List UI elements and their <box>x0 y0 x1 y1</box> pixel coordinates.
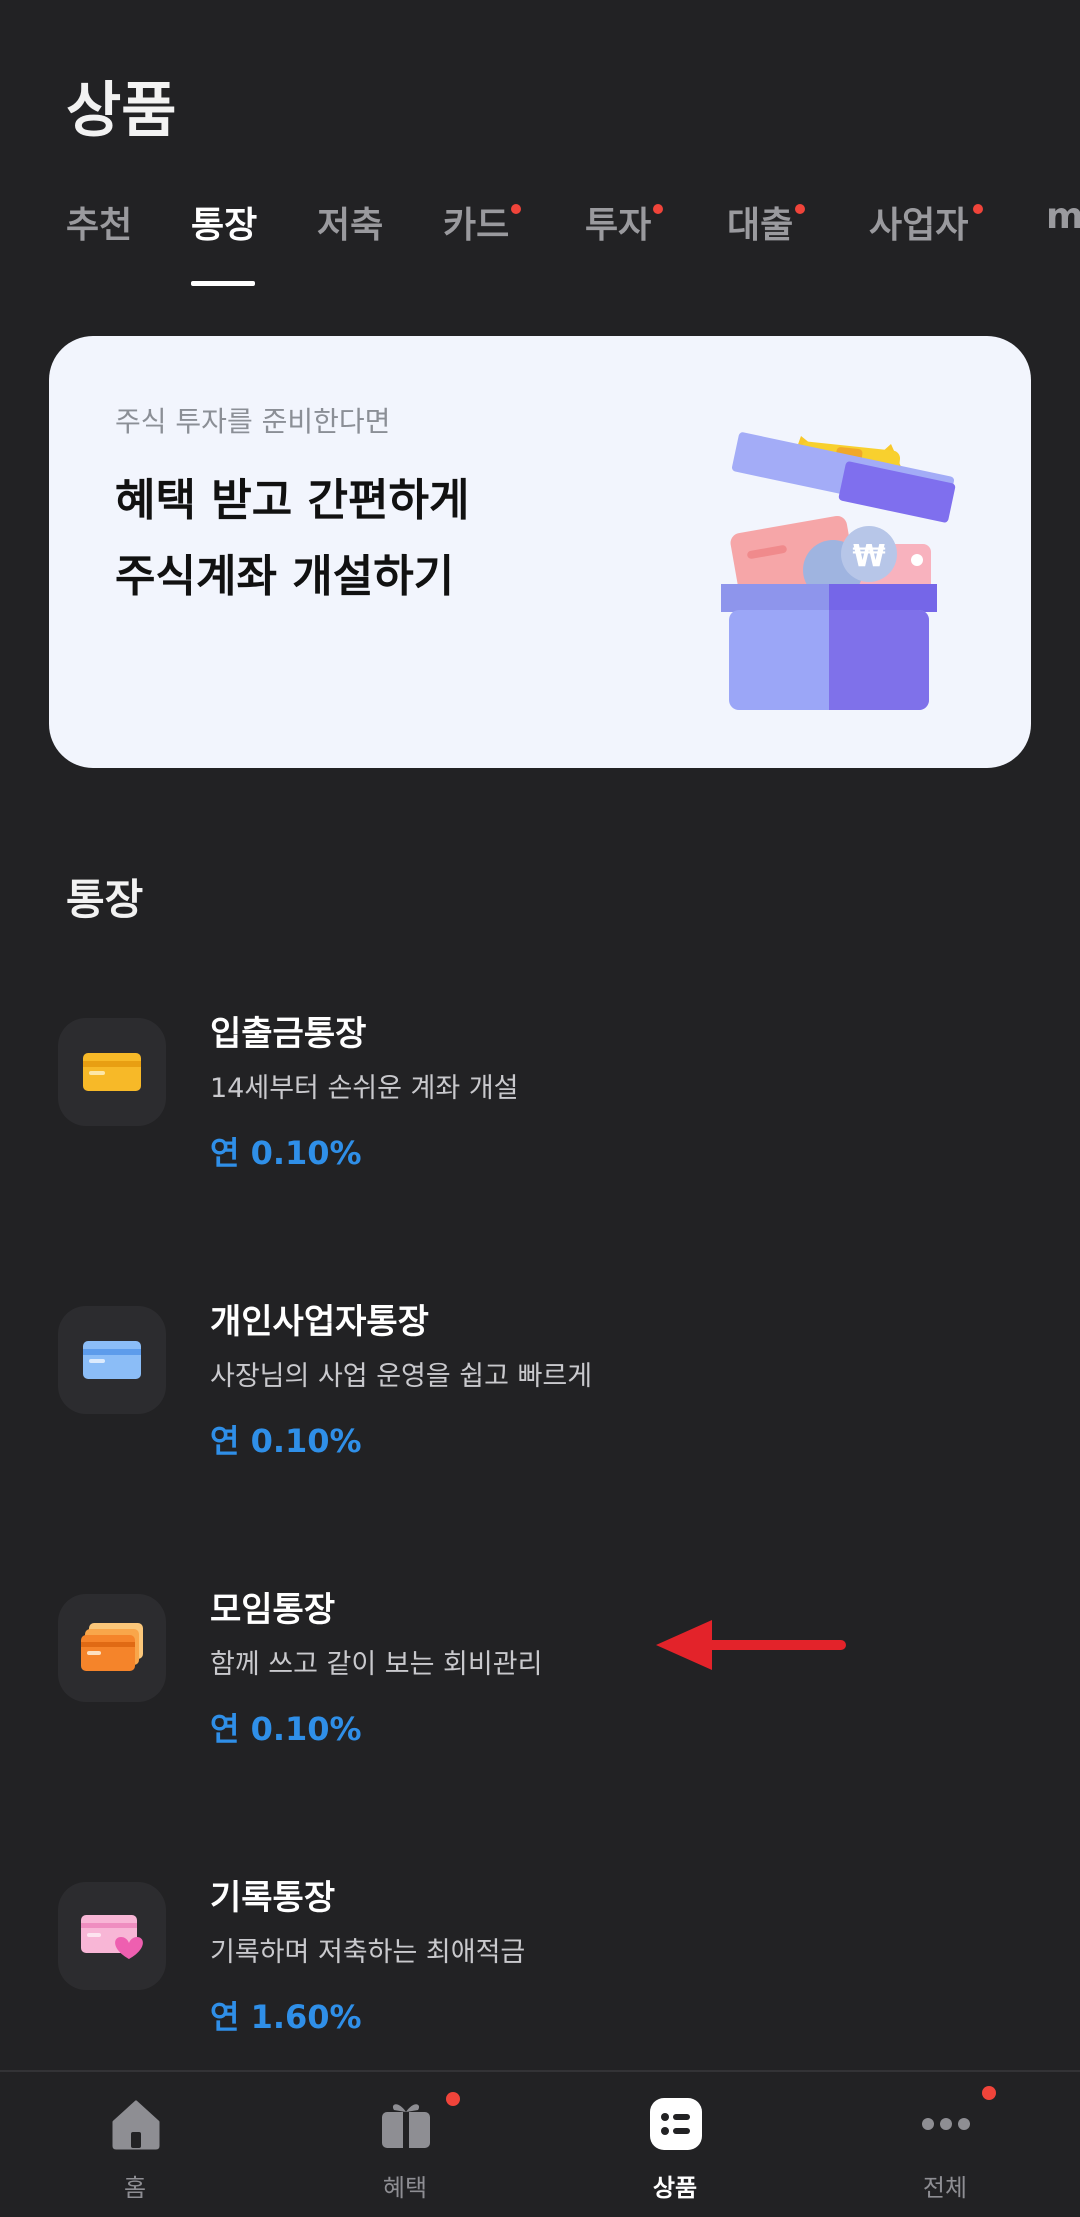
product-description: 함께 쓰고 같이 보는 회비관리 <box>210 1649 543 1680</box>
tab-accounts[interactable]: 통장 <box>191 196 258 286</box>
banner-headline-2: 주식계좌 개설하기 <box>115 551 455 602</box>
tab-business[interactable]: 사업자 <box>869 196 983 286</box>
product-icon-tile <box>58 1882 166 1990</box>
card-heart-icon <box>81 1915 143 1959</box>
product-item-business-account[interactable]: 개인사업자통장 사장님의 사업 운영을 쉽고 빠르게 연 0.10% <box>58 1288 1018 1528</box>
tab-label: m <box>1046 196 1080 237</box>
tab-label: 통장 <box>191 205 258 246</box>
product-item-record-account[interactable]: 기록통장 기록하며 저축하는 최애적금 연 1.60% <box>58 1864 1018 2104</box>
product-name: 기록통장 <box>210 1878 336 1918</box>
gift-icon <box>382 2104 430 2148</box>
new-badge-dot <box>653 204 663 214</box>
card-yellow-icon <box>83 1053 141 1091</box>
new-badge-dot <box>795 204 805 214</box>
bottom-navigation: 홈 혜택 상품 전체 <box>0 2070 1080 2217</box>
annotation-arrow-icon <box>656 1620 846 1670</box>
banner-subtitle: 주식 투자를 준비한다면 <box>115 405 391 438</box>
tab-label: 사업자 <box>869 205 969 246</box>
nav-label: 상품 <box>652 2174 698 2202</box>
tab-label: 투자 <box>585 205 652 246</box>
tab-label: 저축 <box>317 205 384 246</box>
page-title: 상품 <box>66 76 177 146</box>
banner-headline-1: 혜택 받고 간편하게 <box>115 475 470 526</box>
promo-banner[interactable]: 주식 투자를 준비한다면 혜택 받고 간편하게 주식계좌 개설하기 ₩ <box>49 336 1031 768</box>
product-icon-tile <box>58 1594 166 1702</box>
product-item-group-account[interactable]: 모임통장 함께 쓰고 같이 보는 회비관리 연 0.10% <box>58 1576 1018 1816</box>
tab-investment[interactable]: 투자 <box>585 196 663 286</box>
product-rate: 연 1.60% <box>210 1998 362 2036</box>
tab-label: 추천 <box>66 205 133 246</box>
product-icon-tile <box>58 1018 166 1126</box>
product-item-deposit-account[interactable]: 입출금통장 14세부터 손쉬운 계좌 개설 연 0.10% <box>58 1000 1018 1240</box>
new-badge-dot <box>982 2086 996 2100</box>
tab-more-partial[interactable]: m <box>1046 196 1080 286</box>
nav-products[interactable]: 상품 <box>540 2072 810 2217</box>
category-tabs: 추천 통장 저축 카드 투자 대출 사업자 m <box>0 196 1080 286</box>
tab-savings[interactable]: 저축 <box>317 196 383 286</box>
nav-all[interactable]: 전체 <box>810 2072 1080 2217</box>
cards-orange-icon <box>81 1623 143 1671</box>
nav-label: 전체 <box>922 2174 968 2202</box>
nav-label: 홈 <box>123 2174 147 2202</box>
new-badge-dot <box>511 204 521 214</box>
home-icon <box>112 2100 160 2150</box>
list-icon <box>650 2098 702 2150</box>
new-badge-dot <box>973 204 983 214</box>
gift-box-illustration: ₩ <box>721 432 956 710</box>
tab-label: 카드 <box>443 205 510 246</box>
product-icon-tile <box>58 1306 166 1414</box>
new-badge-dot <box>446 2092 460 2106</box>
product-name: 입출금통장 <box>210 1014 367 1054</box>
product-description: 기록하며 저축하는 최애적금 <box>210 1937 526 1968</box>
nav-label: 혜택 <box>382 2174 428 2202</box>
won-coin-symbol: ₩ <box>852 539 885 574</box>
product-name: 모임통장 <box>210 1590 336 1630</box>
more-icon <box>922 2118 970 2130</box>
product-rate: 연 0.10% <box>210 1710 362 1748</box>
product-description: 사장님의 사업 운영을 쉽고 빠르게 <box>210 1361 593 1392</box>
product-rate: 연 0.10% <box>210 1422 362 1460</box>
tab-loans[interactable]: 대출 <box>727 196 805 286</box>
product-description: 14세부터 손쉬운 계좌 개설 <box>210 1073 519 1104</box>
card-blue-icon <box>83 1341 141 1379</box>
tab-label: 대출 <box>727 205 794 246</box>
product-rate: 연 0.10% <box>210 1134 362 1172</box>
tab-recommended[interactable]: 추천 <box>66 196 132 286</box>
section-title: 통장 <box>66 875 144 924</box>
nav-home[interactable]: 홈 <box>0 2072 270 2217</box>
tab-cards[interactable]: 카드 <box>443 196 521 286</box>
product-name: 개인사업자통장 <box>210 1302 429 1342</box>
active-tab-indicator <box>191 281 255 286</box>
nav-benefits[interactable]: 혜택 <box>270 2072 540 2217</box>
